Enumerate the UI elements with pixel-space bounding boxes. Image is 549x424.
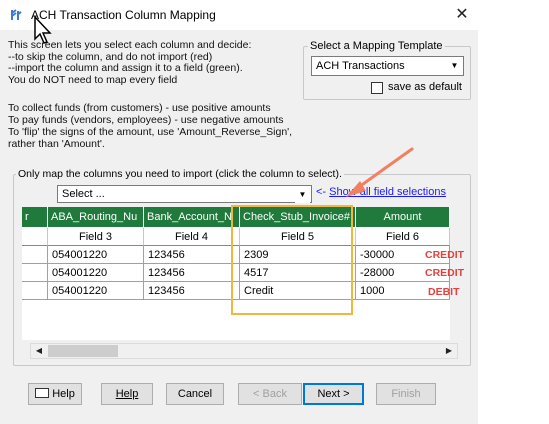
cancel-button-label: Cancel [177,388,213,400]
mapping-group-legend: Only map the columns you need to import … [16,168,344,180]
template-select[interactable]: ACH Transactions ▼ [311,56,464,76]
app-icon [11,9,22,20]
scroll-left-icon[interactable]: ◀ [31,344,47,358]
table-cell [22,246,48,264]
help-button[interactable]: Help [101,383,153,405]
back-button-label: < Back [253,388,287,400]
credit-annotation: CREDIT [425,267,465,279]
intro-instructions: This screen lets you select each column … [8,39,252,86]
amount-instructions: To collect funds (from customers) - use … [8,102,293,150]
field-label-1 [22,228,48,246]
field-select[interactable]: Select ... ▼ [57,185,312,203]
chevron-down-icon: ▼ [447,58,462,74]
table-cell: 054001220 [48,246,144,264]
table-cell: 054001220 [48,282,144,300]
table-cell: 123456 [144,246,240,264]
cancel-button[interactable]: Cancel [166,383,224,405]
window-title: ACH Transaction Column Mapping [31,8,216,22]
debit-annotation: DEBIT [428,286,460,298]
credit-annotation: CREDIT [425,249,465,261]
back-button[interactable]: < Back [238,383,302,405]
template-group-legend: Select a Mapping Template [308,40,445,52]
finish-button-label: Finish [391,388,421,400]
annotation-arrow [346,147,414,197]
table-cell: 054001220 [48,264,144,282]
help-button-label: Help [115,388,139,400]
finish-button[interactable]: Finish [376,383,436,405]
chevron-down-icon: ▼ [295,187,310,203]
field-label-5: Field 6 [356,228,450,246]
close-icon: ✕ [455,6,469,23]
highlight-box [231,205,353,315]
next-button-label: Next > [317,388,350,400]
title-bar: ACH Transaction Column Mapping ✕ [0,0,478,30]
field-label-3: Field 4 [144,228,240,246]
save-as-default-checkbox[interactable] [371,82,383,94]
help-icon-button-label: Help [52,388,75,400]
show-all-prefix: <- [316,186,330,198]
template-select-value: ACH Transactions [316,60,405,72]
field-select-value: Select ... [62,188,105,200]
next-button[interactable]: Next > [303,383,364,405]
mapping-dialog: ACH Transaction Column Mapping ✕ This sc… [0,0,478,424]
column-header-5[interactable]: Amount [356,207,450,227]
column-header-2[interactable]: ABA_Routing_Nu [48,207,144,227]
table-cell [22,282,48,300]
close-button[interactable]: ✕ [449,3,475,27]
table-cell [22,264,48,282]
table-cell: 123456 [144,264,240,282]
horizontal-scrollbar[interactable]: ◀ ▶ [30,343,458,359]
table-cell: 123456 [144,282,240,300]
save-as-default-label: save as default [388,81,462,93]
column-header-1[interactable]: r [22,207,48,227]
field-label-2: Field 3 [48,228,144,246]
help-icon-button[interactable]: Help [28,383,82,405]
scrollbar-thumb[interactable] [48,345,118,357]
help-book-icon [35,388,50,398]
scroll-right-icon[interactable]: ▶ [441,344,457,358]
column-header-3[interactable]: Bank_Account_N [144,207,240,227]
